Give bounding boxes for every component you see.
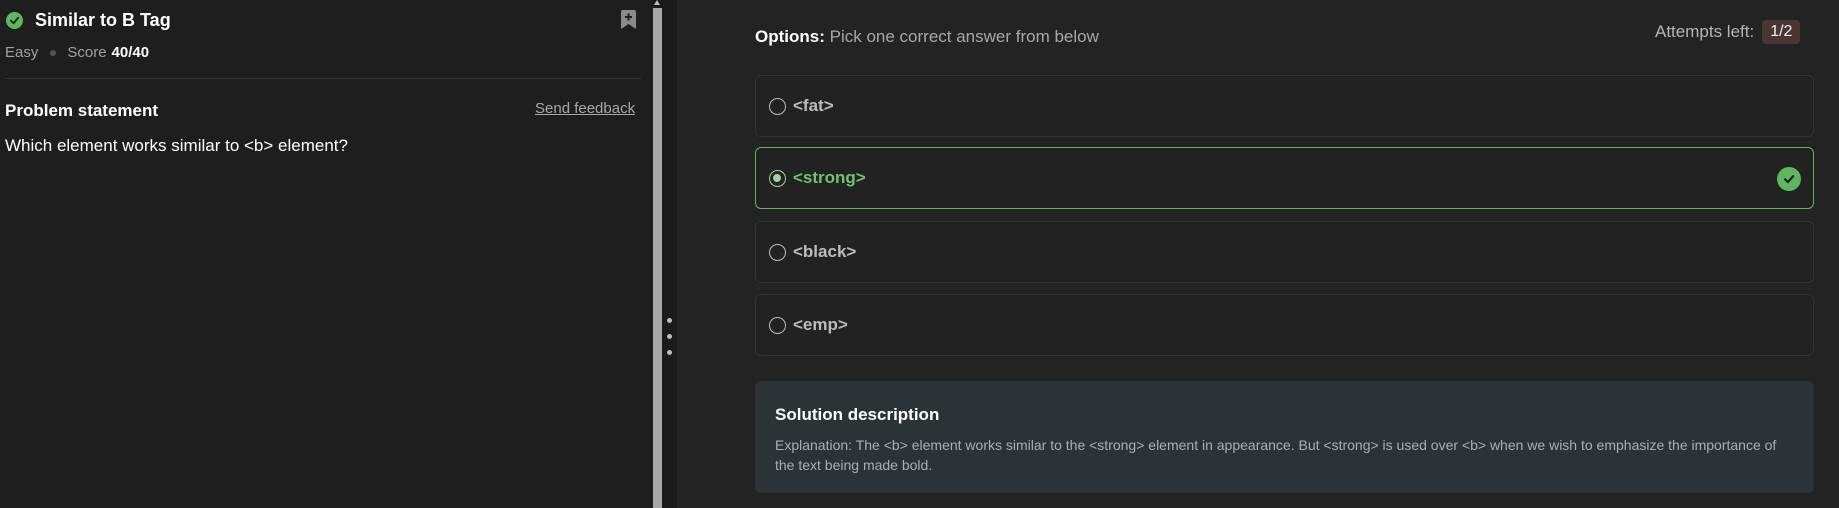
- solution-title: Solution description: [775, 405, 940, 424]
- difficulty-label: Easy: [5, 44, 39, 61]
- option-emp[interactable]: <emp>: [755, 294, 1814, 356]
- option-black[interactable]: <black>: [755, 221, 1814, 283]
- attempts-label: Attempts left:: [1655, 22, 1755, 41]
- option-label: <strong>: [793, 168, 866, 187]
- options-header: Options: Pick one correct answer from be…: [755, 27, 1099, 47]
- question-text: Which element works similar to <b> eleme…: [5, 136, 348, 155]
- option-strong[interactable]: <strong>: [755, 147, 1814, 209]
- problem-header: Similar to B Tag: [6, 10, 171, 31]
- attempts-value-badge: 1/2: [1762, 20, 1801, 44]
- option-label: <fat>: [793, 96, 834, 115]
- score-label: Score: [67, 44, 107, 61]
- solution-box: Solution description Explanation: The <b…: [755, 381, 1814, 493]
- radio-icon[interactable]: [769, 243, 786, 261]
- options-label: Options:: [755, 27, 825, 46]
- problem-meta: Easy Score 40/40: [5, 44, 149, 61]
- separator-dot: [50, 49, 57, 56]
- solved-check-icon: [6, 12, 23, 29]
- bookmark-add-icon[interactable]: [620, 10, 637, 30]
- problem-title: Similar to B Tag: [35, 10, 171, 30]
- radio-icon[interactable]: [769, 316, 786, 334]
- option-label: <emp>: [793, 315, 848, 334]
- send-feedback-link[interactable]: Send feedback: [535, 100, 635, 117]
- radio-selected-icon[interactable]: [769, 169, 786, 187]
- options-sublabel: Pick one correct answer from below: [829, 27, 1099, 46]
- option-label: <black>: [793, 242, 857, 261]
- app-root: Similar to B Tag Easy Score 40/40 Proble…: [0, 0, 1839, 508]
- option-fat[interactable]: <fat>: [755, 75, 1814, 137]
- drag-handle-icon[interactable]: [667, 318, 672, 366]
- radio-icon[interactable]: [769, 97, 786, 115]
- panel-splitter[interactable]: [653, 0, 677, 508]
- options-panel: Options: Pick one correct answer from be…: [677, 0, 1839, 508]
- score-value: 40/40: [111, 44, 150, 61]
- attempts-indicator: Attempts left: 1/2: [1655, 20, 1801, 44]
- solution-text: Explanation: The <b> element works simil…: [775, 437, 1777, 473]
- correct-checkmark-icon: [1777, 167, 1801, 191]
- scroll-up-arrow-icon[interactable]: [654, 0, 660, 5]
- problem-statement-heading: Problem statement: [5, 101, 159, 120]
- divider: [5, 78, 642, 79]
- problem-panel: Similar to B Tag Easy Score 40/40 Proble…: [0, 0, 653, 508]
- scrollbar-thumb[interactable]: [653, 8, 662, 508]
